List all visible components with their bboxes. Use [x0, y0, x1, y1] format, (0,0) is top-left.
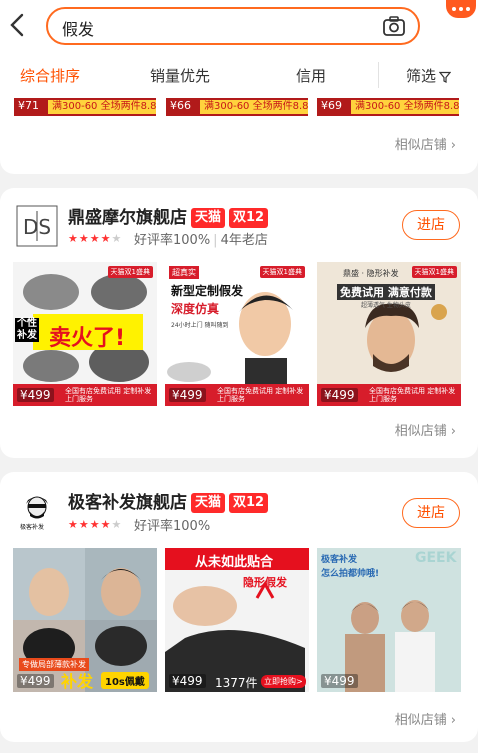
- product-price: ¥499: [17, 674, 54, 688]
- product-thumbnail[interactable]: 超真实 天猫双1盛典 新型定制假发 深度仿真 24小时上门 随叫随到 全国有店免…: [165, 262, 309, 406]
- sort-credit[interactable]: 信用: [296, 65, 326, 86]
- filter-button[interactable]: 筛选: [406, 65, 452, 86]
- rating-text: 好评率100%: [134, 519, 211, 534]
- promo-subheadline: 怎么拍都帅哦!: [321, 569, 380, 579]
- product-thumbnail[interactable]: 从未如此贴合 隐形假发 1377件 立即抢购> ¥499: [165, 548, 309, 692]
- sort-bar: 综合排序 销量优先 信用 筛选: [0, 52, 478, 98]
- rating-text: 好评率100% | 4年老店: [134, 233, 268, 248]
- double12-tag: 双12: [229, 208, 269, 228]
- tmall-tag: 天猫: [191, 208, 226, 228]
- top-bar: 假发: [0, 0, 478, 52]
- promo-headline: 免费试用 满意付款: [337, 284, 435, 300]
- promo-headline: 新型定制假发: [171, 284, 244, 298]
- buy-now-pill: 立即抢购>: [261, 675, 306, 688]
- enter-shop-button[interactable]: 进店: [402, 498, 460, 528]
- promo-headline: 补发: [61, 672, 94, 691]
- promo-banner: 满300-60 全场两件8.8折: [351, 100, 459, 114]
- rating-stars: ★★★★★: [68, 518, 123, 531]
- brand-text: GEEK: [415, 550, 457, 566]
- promo-note: 24小时上门 随叫随到: [171, 322, 229, 329]
- promo-banner: 满300-60 全场两件8.8折: [48, 100, 156, 114]
- promo-side-text: 个性补发: [15, 318, 39, 342]
- product-price: ¥499: [169, 674, 206, 688]
- product-price: ¥499: [17, 388, 54, 402]
- product-price: ¥499: [321, 388, 358, 402]
- shop-logo[interactable]: 极客补发: [16, 488, 58, 531]
- sales-count: 1377件: [215, 676, 258, 690]
- tmall-tag: 天猫: [191, 493, 226, 513]
- product-price: ¥71: [18, 99, 39, 112]
- promo-headline: 卖火了!: [49, 326, 126, 351]
- filter-icon: [439, 71, 452, 83]
- shop-card: 极客补发 极客补发旗舰店 天猫 双12 ★★★★★ 好评率100% 进店 专做局部薄…: [0, 472, 478, 742]
- double12-tag: 双12: [229, 493, 269, 513]
- enter-shop-button[interactable]: 进店: [402, 210, 460, 240]
- rating-stars: ★★★★★: [68, 232, 123, 245]
- event-badge: 天猫双1盛典: [107, 266, 153, 278]
- product-price: ¥69: [321, 99, 342, 112]
- logo-caption: 极客补发: [20, 524, 45, 531]
- product-price: ¥66: [170, 99, 191, 112]
- product-strip[interactable]: ¥69 满300-60 全场两件8.8折: [317, 98, 459, 116]
- sort-comprehensive[interactable]: 综合排序: [20, 65, 80, 86]
- filter-label: 筛选: [406, 67, 437, 85]
- shop-name[interactable]: 极客补发旗舰店 天猫 双12: [68, 488, 269, 513]
- sort-sales[interactable]: 销量优先: [150, 65, 210, 86]
- promo-banner: 满300-60 全场两件8.8折: [200, 100, 308, 114]
- event-badge: 天猫双1盛典: [259, 266, 305, 278]
- promo-subheadline: 隐形假发: [243, 576, 287, 589]
- product-strip[interactable]: ¥66 满300-60 全场两件8.8折: [166, 98, 308, 116]
- shop-card-previous: ¥71 满300-60 全场两件8.8折 ¥66 满300-60 全场两件8.8…: [0, 98, 478, 174]
- more-menu-icon[interactable]: [446, 0, 476, 18]
- product-thumbnail[interactable]: 天猫双1盛典 个性补发 卖火了! 全国有店免费试用 定制补发上门服务 ¥499: [13, 262, 157, 406]
- product-thumbnail[interactable]: 天猫双1盛典 鼎盛 · 隐形补发 免费试用 满意付款 超薄透气 生物头皮 全国有…: [317, 262, 461, 406]
- shop-name[interactable]: 鼎盛摩尔旗舰店 天猫 双12: [68, 203, 269, 228]
- shop-card: DS 鼎盛摩尔旗舰店 天猫 双12 ★★★★★ 好评率100% | 4年老店 进店 天猫…: [0, 188, 478, 458]
- event-badge: 天猫双1盛典: [411, 266, 457, 278]
- back-icon[interactable]: [6, 12, 28, 38]
- camera-icon[interactable]: [382, 15, 406, 37]
- product-footer-text: 全国有店免费试用 定制补发上门服务: [369, 387, 456, 403]
- promo-top-text: 鼎盛 · 隐形补发: [343, 269, 399, 278]
- search-query: 假发: [62, 20, 95, 39]
- product-price: ¥499: [321, 674, 358, 688]
- product-footer-text: 全国有店免费试用 定制补发上门服务: [65, 387, 152, 403]
- similar-shops-link[interactable]: 相似店铺 ›: [395, 134, 456, 153]
- product-thumbnail[interactable]: 专做局部薄款补发 补发 10s佩戴 ¥499: [13, 548, 157, 692]
- shop-logo[interactable]: DS: [16, 205, 58, 247]
- promo-subheadline: 深度仿真: [171, 302, 220, 316]
- sort-divider: [378, 62, 379, 88]
- corner-label: 超真实: [169, 266, 199, 279]
- promo-pill: 10s佩戴: [101, 672, 149, 689]
- similar-shops-link[interactable]: 相似店铺 ›: [395, 709, 456, 728]
- promo-headline: 从未如此贴合: [195, 555, 274, 570]
- product-strip[interactable]: ¥71 满300-60 全场两件8.8折: [14, 98, 156, 116]
- similar-shops-link[interactable]: 相似店铺 ›: [395, 420, 456, 439]
- product-price: ¥499: [169, 388, 206, 402]
- product-thumbnail[interactable]: 极客补发 怎么拍都帅哦! GEEK ¥499: [317, 548, 461, 692]
- promo-note: 超薄透气 生物头皮: [361, 302, 411, 309]
- search-input[interactable]: 假发: [46, 7, 420, 45]
- promo-headline: 极客补发: [321, 555, 358, 565]
- product-footer-text: 全国有店免费试用 定制补发上门服务: [217, 387, 304, 403]
